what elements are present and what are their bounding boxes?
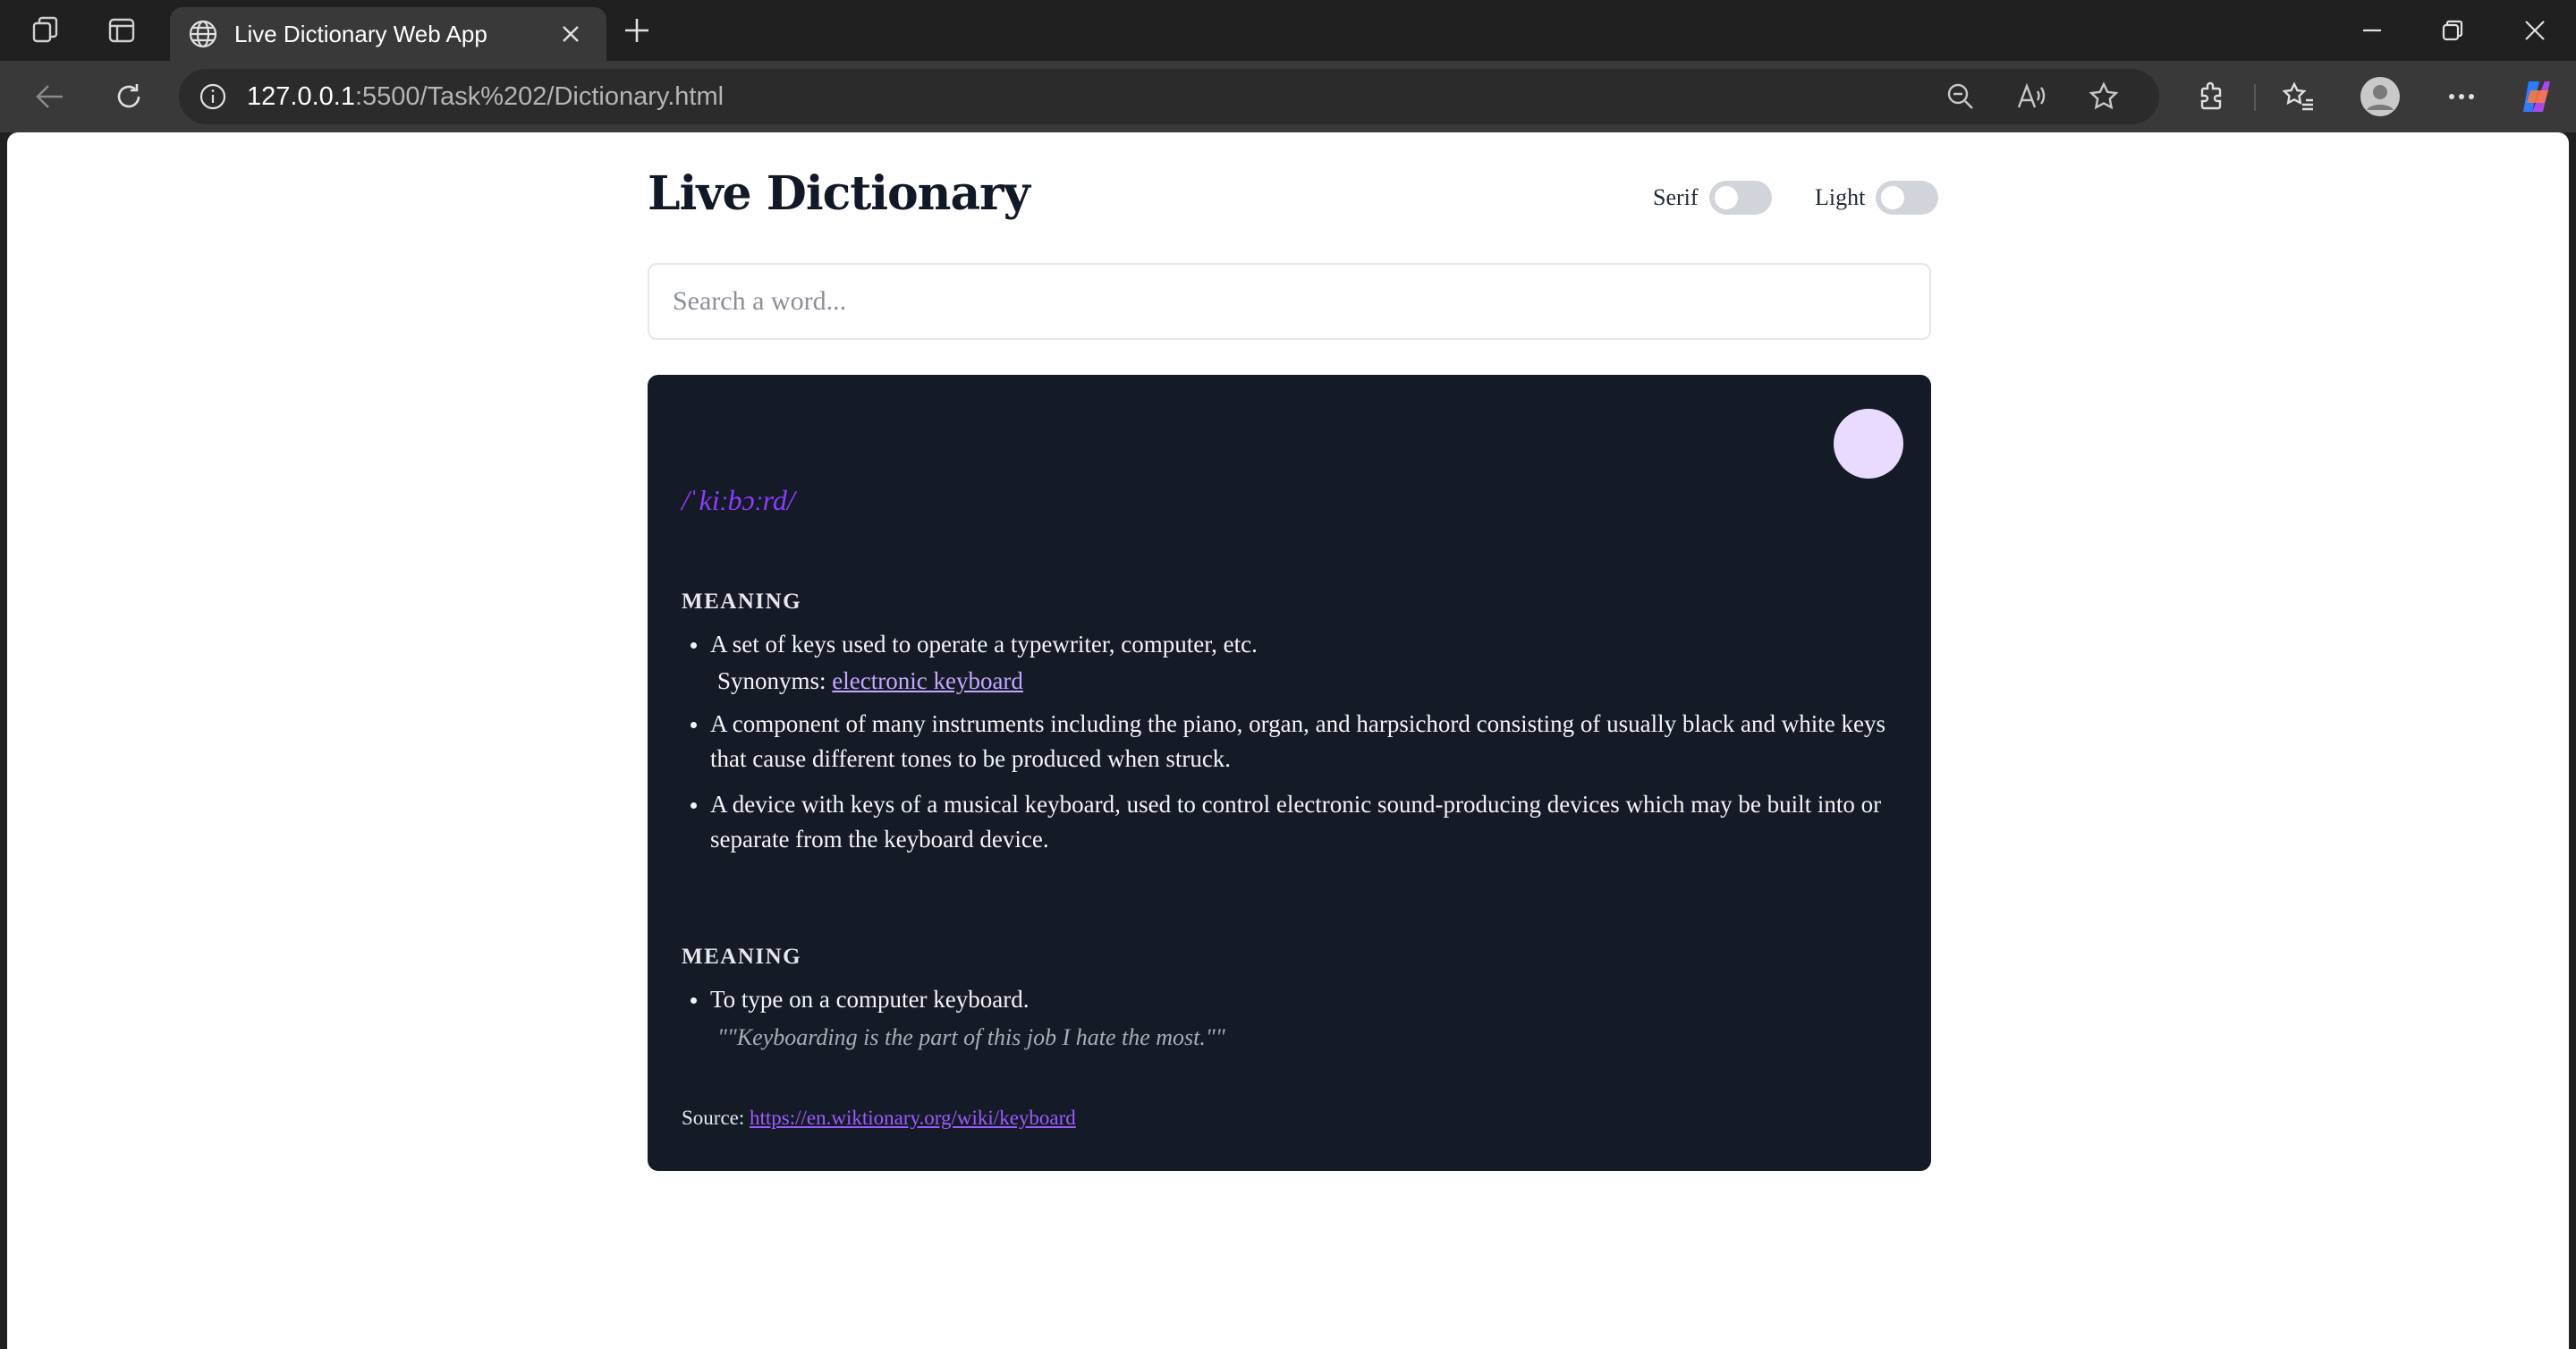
font-toggle[interactable]: Serif (1653, 181, 1772, 215)
active-tab[interactable]: Live Dictionary Web App (170, 7, 606, 61)
definition-text: To type on a computer keyboard. (710, 986, 1030, 1013)
tab-title: Live Dictionary Web App (234, 20, 487, 47)
page-viewport: Live Dictionary Serif Light /ˈkiːbɔːrd/ … (7, 132, 2569, 1349)
tab-actions-icon[interactable] (102, 13, 141, 48)
new-tab-icon[interactable] (617, 13, 657, 48)
definition-text: A device with keys of a musical keyboard… (710, 791, 1882, 853)
theme-toggle-label: Light (1815, 184, 1866, 210)
synonym-link[interactable]: electronic keyboard (832, 667, 1023, 694)
url-path: :5500/Task%202/Dictionary.html (354, 81, 724, 111)
copilot-icon[interactable] (2517, 77, 2556, 116)
theme-toggle-knob (1881, 186, 1905, 209)
font-toggle-knob (1714, 186, 1738, 209)
meaning-label: MEANING (682, 945, 802, 969)
favorites-icon[interactable] (2279, 79, 2318, 115)
favorite-star-icon[interactable] (2068, 81, 2140, 112)
source-row: Source: https://en.wiktionary.org/wiki/k… (682, 1107, 1076, 1130)
definition-list: A set of keys used to operate a typewrit… (682, 627, 1898, 868)
address-bar[interactable]: 127.0.0.1:5500/Task%202/Dictionary.html (179, 69, 2159, 124)
app-header: Live Dictionary Serif Light (648, 165, 1939, 227)
meaning-label: MEANING (682, 590, 802, 614)
browser-tab-strip: Live Dictionary Web App (0, 0, 2576, 61)
theme-toggle-switch[interactable] (1876, 181, 1939, 215)
result-card: /ˈkiːbɔːrd/ MEANING A set of keys used t… (648, 375, 1931, 1171)
refresh-icon[interactable] (109, 79, 148, 115)
phonetic-text: /ˈkiːbɔːrd/ (682, 484, 795, 516)
read-aloud-icon[interactable] (1996, 82, 2068, 111)
window-close-icon[interactable] (2515, 13, 2555, 48)
synonyms-label: Synonyms: (717, 667, 826, 694)
synonyms-row: Synonyms: electronic keyboard (682, 666, 1898, 696)
minimize-icon[interactable] (2352, 13, 2392, 48)
extensions-icon[interactable] (2191, 79, 2231, 115)
url-text[interactable]: 127.0.0.1:5500/Task%202/Dictionary.html (247, 82, 724, 112)
play-pronunciation-button[interactable] (1834, 409, 1903, 479)
globe-icon (188, 19, 218, 49)
close-icon[interactable] (553, 16, 589, 52)
font-toggle-switch[interactable] (1708, 181, 1772, 215)
page-title: Live Dictionary (648, 166, 1030, 221)
site-info-icon[interactable] (199, 82, 227, 111)
zoom-icon[interactable] (1925, 82, 1996, 111)
definition-text: A component of many instruments includin… (710, 710, 1886, 772)
definition-item: A set of keys used to operate a typewrit… (682, 627, 1898, 662)
browser-toolbar: 127.0.0.1:5500/Task%202/Dictionary.html (0, 61, 2576, 132)
toolbar-divider (2254, 84, 2256, 111)
definition-item: To type on a computer keyboard. (682, 982, 1898, 1017)
definition-item: A component of many instruments includin… (682, 707, 1898, 776)
font-toggle-label: Serif (1653, 184, 1699, 210)
url-host: 127.0.0.1 (247, 81, 355, 111)
workspaces-icon[interactable] (27, 13, 66, 48)
profile-icon[interactable] (2358, 75, 2402, 118)
more-icon[interactable] (2442, 79, 2481, 115)
definition-list: To type on a computer keyboard. ""Keyboa… (682, 982, 1898, 1053)
definition-item: A device with keys of a musical keyboard… (682, 787, 1898, 857)
source-link[interactable]: https://en.wiktionary.org/wiki/keyboard (750, 1107, 1076, 1129)
theme-toggle[interactable]: Light (1815, 181, 1939, 215)
back-icon[interactable] (30, 79, 70, 115)
search-input[interactable] (648, 263, 1931, 340)
source-label: Source: (682, 1107, 745, 1129)
restore-icon[interactable] (2433, 13, 2472, 48)
definition-text: A set of keys used to operate a typewrit… (710, 631, 1258, 658)
example-text: ""Keyboarding is the part of this job I … (717, 1024, 1225, 1050)
